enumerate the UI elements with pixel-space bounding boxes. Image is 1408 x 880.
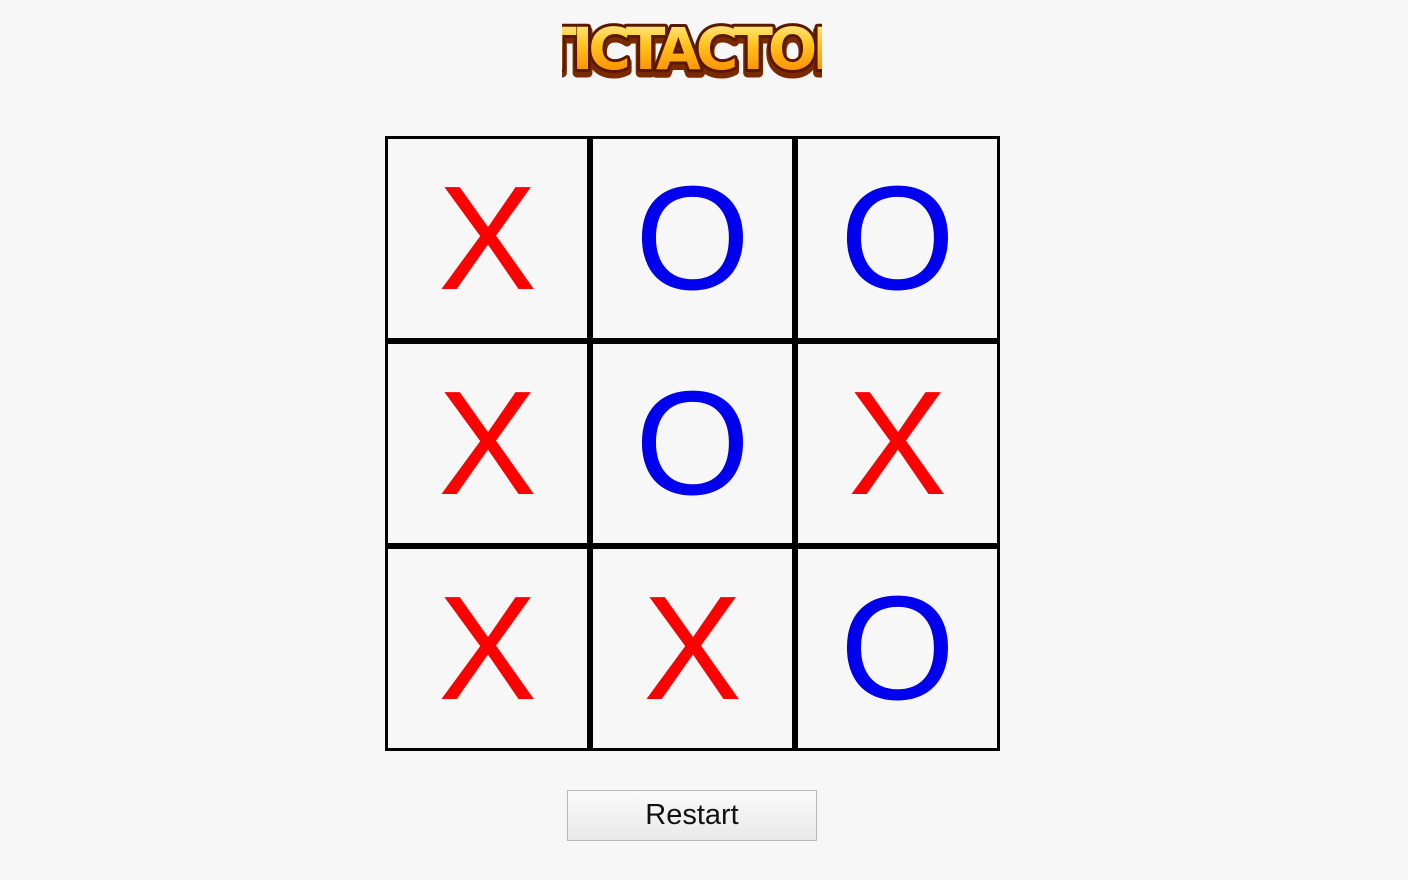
cell-mark: O bbox=[839, 565, 956, 731]
game-logo: TICTACTOE TICTACTOE bbox=[562, 6, 822, 88]
cell-mark: X bbox=[438, 360, 537, 526]
cell-mark: X bbox=[848, 360, 947, 526]
board-cell-9[interactable]: O bbox=[795, 546, 1000, 751]
board-cell-7[interactable]: X bbox=[385, 546, 590, 751]
logo-image: TICTACTOE TICTACTOE bbox=[562, 12, 822, 88]
board-cell-2[interactable]: O bbox=[590, 136, 795, 341]
cell-mark: X bbox=[438, 565, 537, 731]
cell-mark: O bbox=[634, 360, 751, 526]
board-cell-1[interactable]: X bbox=[385, 136, 590, 341]
restart-button[interactable]: Restart bbox=[567, 790, 817, 841]
board-cell-5[interactable]: O bbox=[590, 341, 795, 546]
board-cell-8[interactable]: X bbox=[590, 546, 795, 751]
board-cell-3[interactable]: O bbox=[795, 136, 1000, 341]
cell-mark: X bbox=[643, 565, 742, 731]
board-cell-4[interactable]: X bbox=[385, 341, 590, 546]
board-cell-6[interactable]: X bbox=[795, 341, 1000, 546]
cell-mark: O bbox=[839, 155, 956, 321]
logo-text: TICTACTOE bbox=[562, 15, 822, 83]
game-board: X O O X O X X X O bbox=[385, 136, 1000, 751]
game-page: TICTACTOE TICTACTOE X O O X O X X X O bbox=[0, 0, 1408, 880]
cell-mark: O bbox=[634, 155, 751, 321]
cell-mark: X bbox=[438, 155, 537, 321]
